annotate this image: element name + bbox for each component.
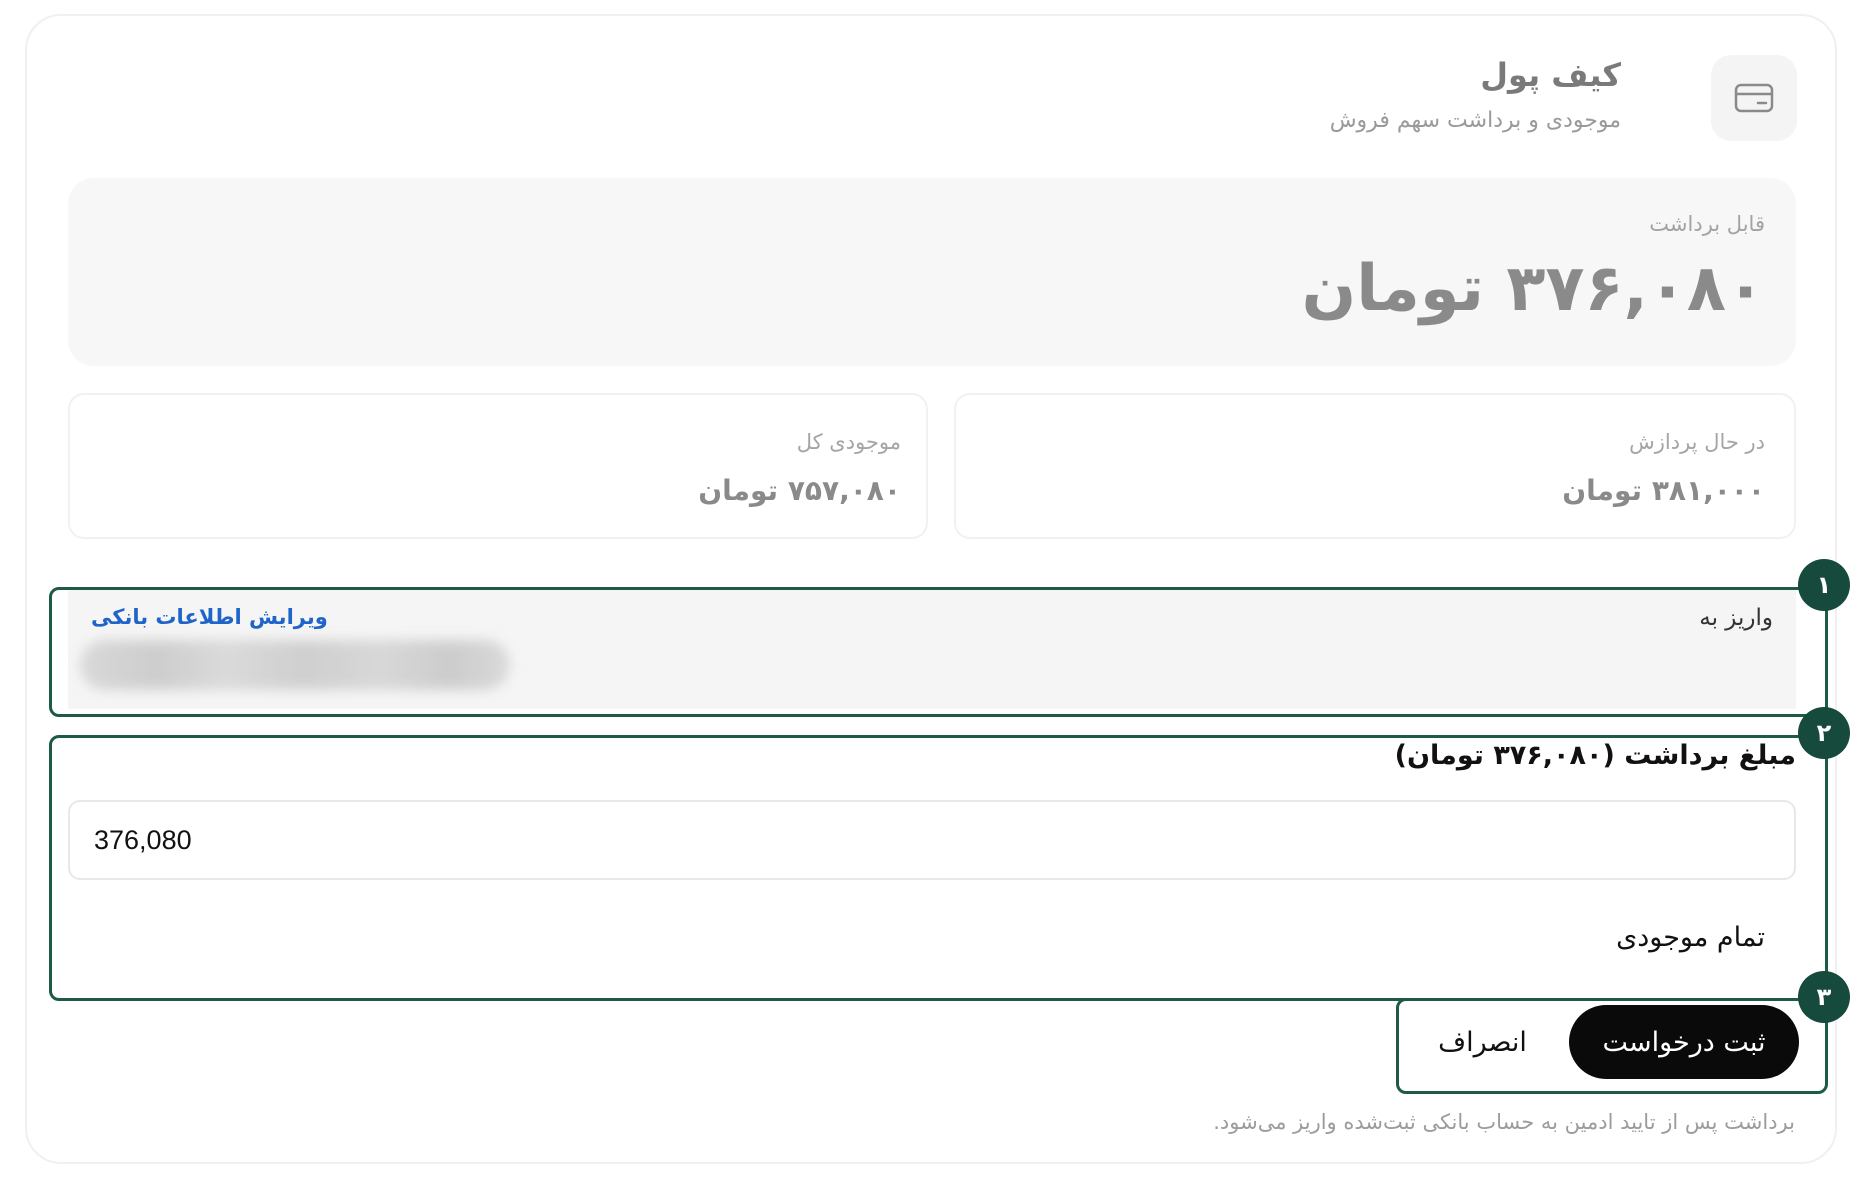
total-balance-card bbox=[68, 393, 928, 539]
total-balance-value: ۷۵۷,۰۸۰ تومان bbox=[698, 474, 901, 507]
processing-card bbox=[954, 393, 1796, 539]
withdrawable-amount: ۳۷۶,۰۸۰ تومان bbox=[1301, 252, 1765, 326]
wallet-card-icon bbox=[1711, 55, 1797, 141]
withdrawable-label: قابل برداشت bbox=[1649, 212, 1765, 236]
step-badge-2: ۲ bbox=[1798, 707, 1850, 759]
annotation-frame-2 bbox=[49, 735, 1828, 1001]
step-badge-1: ۱ bbox=[1798, 559, 1850, 611]
processing-label: در حال پردازش bbox=[1629, 430, 1765, 454]
processing-value: ۳۸۱,۰۰۰ تومان bbox=[1562, 474, 1765, 507]
page-title: کیف پول bbox=[1480, 56, 1621, 94]
total-balance-label: موجودی کل bbox=[796, 430, 901, 454]
annotation-frame-1 bbox=[49, 587, 1828, 717]
page-subtitle: موجودی و برداشت سهم فروش bbox=[1329, 108, 1621, 133]
withdraw-note: برداشت پس از تایید ادمین به حساب بانکی ث… bbox=[1213, 1110, 1795, 1134]
annotation-frame-3 bbox=[1396, 998, 1828, 1094]
step-badge-3: ۳ bbox=[1798, 971, 1850, 1023]
